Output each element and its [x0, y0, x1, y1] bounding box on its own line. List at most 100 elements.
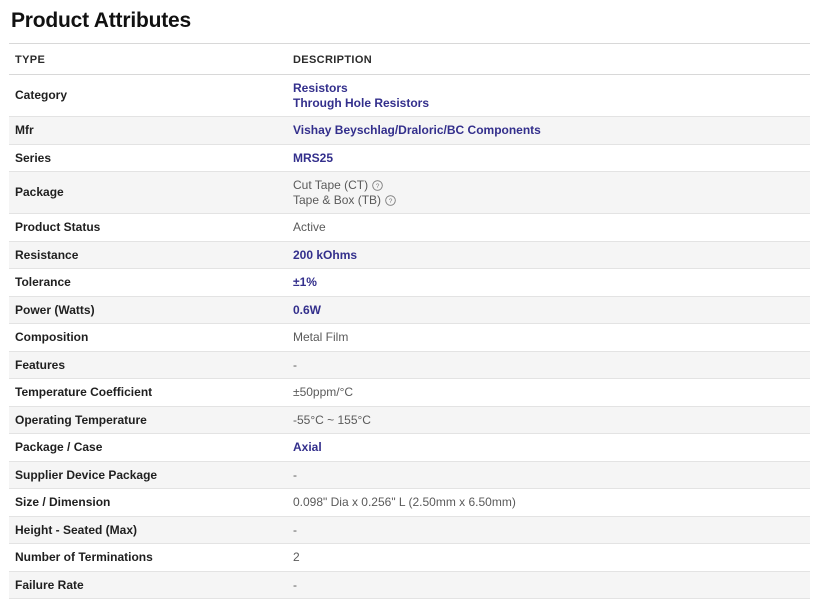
table-row: Package / Case Axial — [9, 433, 810, 462]
attribute-value-line: MRS25 — [293, 151, 804, 166]
attribute-value-link[interactable]: ±1% — [293, 275, 317, 289]
attribute-type-cell: Mfr — [9, 116, 287, 145]
table-row: Package Cut Tape (CT)? Tape & Box (TB)? — [9, 171, 810, 215]
attribute-value-link[interactable]: Vishay Beyschlag/Draloric/BC Components — [293, 123, 541, 137]
attribute-value-text: Cut Tape (CT) — [293, 178, 369, 193]
attribute-type-cell: Size / Dimension — [9, 488, 287, 517]
attribute-value-link[interactable]: Axial — [293, 440, 322, 454]
attribute-description-cell: - — [287, 461, 810, 490]
attribute-type-cell: Tolerance — [9, 268, 287, 297]
attribute-value-line: 200 kOhms — [293, 248, 804, 263]
attribute-value-line: - — [293, 468, 804, 483]
table-header-row: TYPE DESCRIPTION — [9, 43, 810, 76]
attribute-description-cell: -55°C ~ 155°C — [287, 406, 810, 435]
product-attributes-table: TYPE DESCRIPTION Category Resistors Throug… — [9, 43, 810, 599]
attribute-value-line: 2 — [293, 550, 804, 565]
column-header-type: TYPE — [9, 43, 287, 76]
attribute-value-line: Tape & Box (TB)? — [293, 193, 804, 208]
attribute-description-cell: Resistors Through Hole Resistors — [287, 74, 810, 118]
attribute-value-line: - — [293, 358, 804, 373]
attribute-value-line: ±1% — [293, 275, 804, 290]
attribute-description-cell: - — [287, 571, 810, 599]
attribute-type-cell: Failure Rate — [9, 571, 287, 599]
attribute-value-link[interactable]: 200 kOhms — [293, 248, 357, 262]
attribute-description-cell: 0.6W — [287, 296, 810, 325]
product-attributes-page: Product Attributes TYPE DESCRIPTION Cate… — [0, 0, 819, 599]
attribute-value-text: - — [293, 467, 297, 482]
attribute-value-text: 2 — [293, 550, 300, 565]
attribute-value-line: Vishay Beyschlag/Draloric/BC Components — [293, 123, 804, 138]
attribute-type-cell: Composition — [9, 323, 287, 352]
table-row: Temperature Coefficient ±50ppm/°C — [9, 378, 810, 407]
column-header-description: DESCRIPTION — [287, 43, 810, 76]
attribute-value-text: -55°C ~ 155°C — [293, 412, 371, 427]
attribute-value-line: Metal Film — [293, 330, 804, 345]
table-row: Mfr Vishay Beyschlag/Draloric/BC Componen… — [9, 116, 810, 145]
attribute-value-text: Active — [293, 220, 326, 235]
attribute-description-cell: 200 kOhms — [287, 241, 810, 270]
attribute-type-cell: Product Status — [9, 213, 287, 242]
attribute-type-cell: Height - Seated (Max) — [9, 516, 287, 545]
attribute-type-cell: Supplier Device Package — [9, 461, 287, 490]
attribute-description-cell: Cut Tape (CT)? Tape & Box (TB)? — [287, 171, 810, 215]
attribute-description-cell: - — [287, 351, 810, 380]
attribute-value-link[interactable]: Through Hole Resistors — [293, 96, 429, 110]
attribute-type-cell: Number of Terminations — [9, 543, 287, 572]
attribute-type-cell: Temperature Coefficient — [9, 378, 287, 407]
attribute-value-line: 0.098" Dia x 0.256" L (2.50mm x 6.50mm) — [293, 495, 804, 510]
table-row: Composition Metal Film — [9, 323, 810, 352]
table-head: TYPE DESCRIPTION — [9, 43, 810, 76]
attribute-value-text: - — [293, 522, 297, 537]
help-circle-icon[interactable]: ? — [372, 180, 383, 191]
attribute-value-line: 0.6W — [293, 303, 804, 318]
attribute-value-line: - — [293, 578, 804, 593]
attribute-description-cell: ±1% — [287, 268, 810, 297]
page-title: Product Attributes — [11, 9, 191, 32]
attribute-description-cell: 0.098" Dia x 0.256" L (2.50mm x 6.50mm) — [287, 488, 810, 517]
table-row: Tolerance ±1% — [9, 268, 810, 297]
attribute-value-line: Axial — [293, 440, 804, 455]
table-row: Failure Rate - — [9, 571, 810, 599]
attribute-description-cell: Active — [287, 213, 810, 242]
attribute-value-line: Through Hole Resistors — [293, 96, 804, 111]
table-body: Category Resistors Through Hole Resistors M… — [9, 74, 810, 599]
attribute-type-cell: Resistance — [9, 241, 287, 270]
attribute-value-link[interactable]: 0.6W — [293, 303, 321, 317]
attribute-value-line: Resistors — [293, 81, 804, 96]
attribute-value-text: 0.098" Dia x 0.256" L (2.50mm x 6.50mm) — [293, 495, 516, 510]
help-circle-icon[interactable]: ? — [385, 194, 396, 206]
attribute-description-cell: 2 — [287, 543, 810, 572]
table-row: Number of Terminations 2 — [9, 543, 810, 572]
attribute-value-text: - — [293, 357, 297, 372]
attribute-value-line: - — [293, 523, 804, 538]
attribute-type-cell: Package — [9, 171, 287, 215]
table-row: Height - Seated (Max) - — [9, 516, 810, 545]
attribute-value-text: Metal Film — [293, 330, 349, 345]
attribute-value-link[interactable]: Resistors — [293, 81, 348, 95]
attribute-value-line: Cut Tape (CT)? — [293, 178, 804, 193]
table-row: Resistance 200 kOhms — [9, 241, 810, 270]
attribute-type-cell: Package / Case — [9, 433, 287, 462]
attribute-description-cell: MRS25 — [287, 144, 810, 173]
table-row: Size / Dimension 0.098" Dia x 0.256" L (2… — [9, 488, 810, 517]
attribute-value-text: - — [293, 577, 297, 592]
attribute-value-link[interactable]: MRS25 — [293, 151, 333, 165]
attribute-value-line: -55°C ~ 155°C — [293, 413, 804, 428]
attribute-description-cell: ±50ppm/°C — [287, 378, 810, 407]
attribute-description-cell: - — [287, 516, 810, 545]
table-row: Operating Temperature -55°C ~ 155°C — [9, 406, 810, 435]
svg-text:?: ? — [376, 183, 380, 190]
attribute-type-cell: Category — [9, 74, 287, 118]
attribute-description-cell: Metal Film — [287, 323, 810, 352]
table-row: Series MRS25 — [9, 144, 810, 173]
attribute-value-line: ±50ppm/°C — [293, 385, 804, 400]
table-row: Features - — [9, 351, 810, 380]
attribute-type-cell: Power (Watts) — [9, 296, 287, 325]
attribute-type-cell: Series — [9, 144, 287, 173]
table-row: Category Resistors Through Hole Resistors — [9, 74, 810, 118]
attribute-value-text: ±50ppm/°C — [293, 385, 354, 400]
svg-text:?: ? — [389, 198, 393, 205]
attribute-type-cell: Features — [9, 351, 287, 380]
attribute-value-text: Tape & Box (TB) — [293, 192, 382, 207]
table-row: Power (Watts) 0.6W — [9, 296, 810, 325]
